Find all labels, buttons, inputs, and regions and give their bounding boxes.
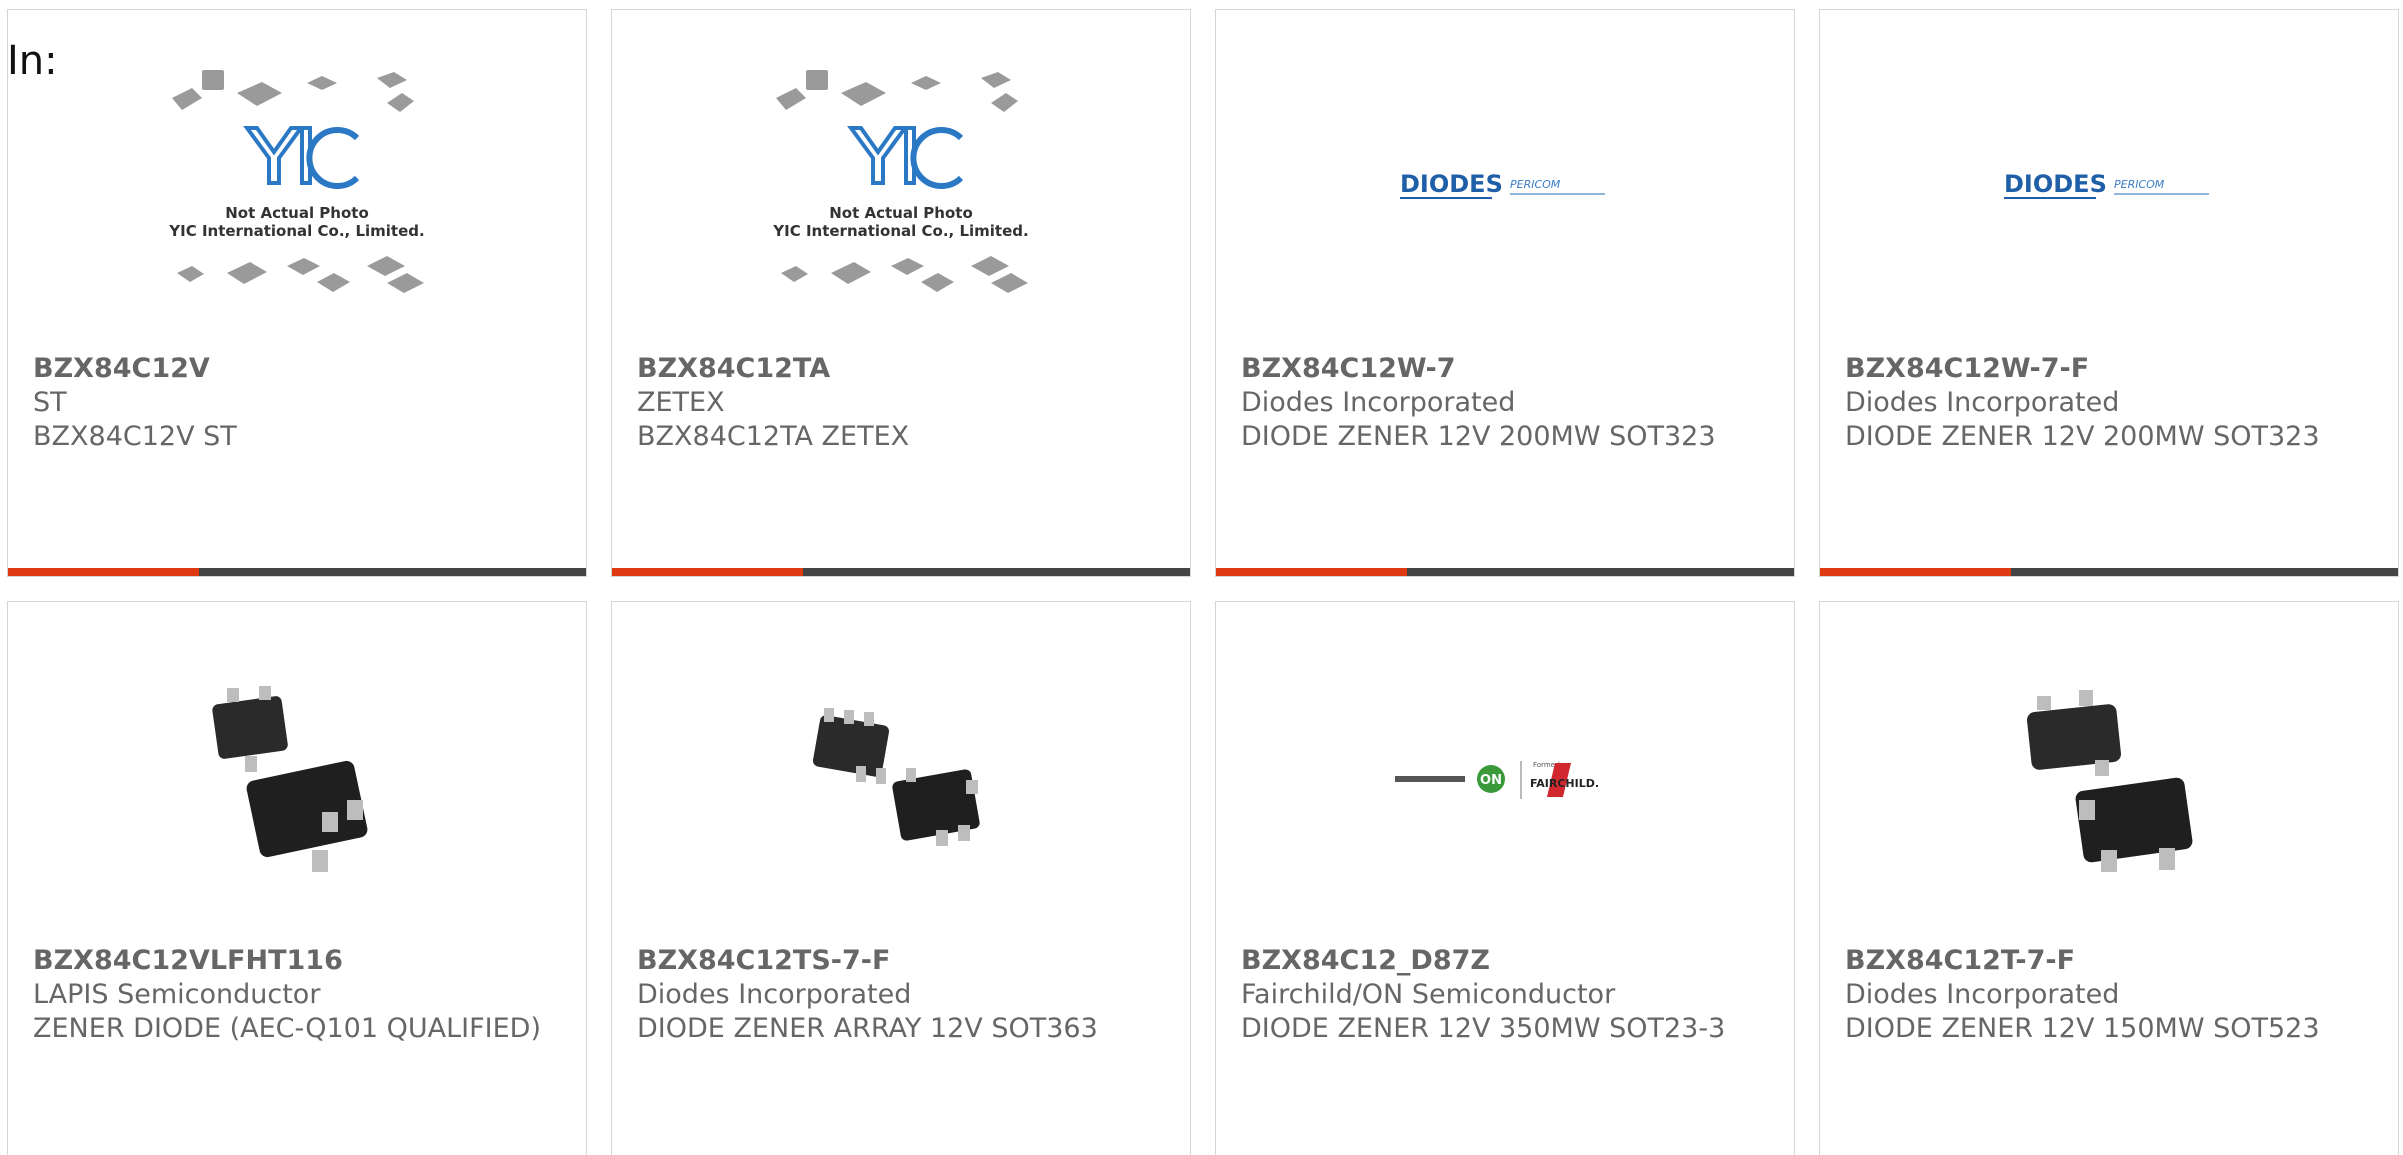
product-card[interactable]: BZX84C12TS-7-F Diodes Incorporated DIODE… [611,601,1191,1155]
part-number-link[interactable]: BZX84C12W-7 [1241,352,1761,386]
product-card[interactable]: Not Actual Photo YIC International Co., … [611,9,1191,577]
progress-bar [8,568,586,576]
product-image: Not Actual Photo YIC International Co., … [612,70,1190,300]
logo-fairchild: FAIRCHILD. [1530,777,1599,790]
yic-placeholder-icon: Not Actual Photo YIC International Co., … [772,70,1029,293]
product-image: DIODES PERICOM [1820,76,2398,300]
product-info: BZX84C12W-7-F Diodes Incorporated DIODE … [1845,352,2365,454]
description: DIODE ZENER 12V 200MW SOT323 [1241,421,1716,452]
product-grid: Not Actual Photo YIC International Co., … [7,9,2399,1155]
manufacturer: ZETEX [637,387,725,418]
product-image: ON Formerly FAIRCHILD. [1216,668,1794,892]
product-image: Not Actual Photo YIC International Co., … [8,70,586,300]
product-image [8,668,586,892]
description: BZX84C12TA ZETEX [637,421,910,452]
product-info: BZX84C12TA ZETEX BZX84C12TA ZETEX [637,352,1157,454]
product-info: BZX84C12V ST BZX84C12V ST [33,352,553,454]
sot523-chip-icon [2027,690,2193,872]
manufacturer: LAPIS Semiconductor [33,979,321,1010]
progress-fill [612,568,803,576]
product-card[interactable]: DIODES PERICOM BZX84C12W-7 Diodes Incorp… [1215,9,1795,577]
product-card[interactable]: Not Actual Photo YIC International Co., … [7,9,587,577]
yic-placeholder-icon: Not Actual Photo YIC International Co., … [168,70,425,293]
part-number-link[interactable]: BZX84C12W-7-F [1845,352,2365,386]
description: DIODE ZENER 12V 200MW SOT323 [1845,421,2320,452]
logo-pericom: PERICOM [2114,178,2165,191]
part-number-link[interactable]: BZX84C12VLFHT116 [33,944,553,978]
sot363-chip-icon [812,708,980,846]
manufacturer: Diodes Incorporated [1845,387,2120,418]
image-caption-1: Not Actual Photo [829,204,973,222]
manufacturer: Fairchild/ON Semiconductor [1241,979,1616,1010]
part-number-link[interactable]: BZX84C12TS-7-F [637,944,1157,978]
description: DIODE ZENER 12V 350MW SOT23-3 [1241,1013,1726,1044]
progress-fill [8,568,199,576]
image-caption-2: YIC International Co., Limited. [772,222,1028,240]
progress-bar [1820,568,2398,576]
product-info: BZX84C12TS-7-F Diodes Incorporated DIODE… [637,944,1157,1046]
diodes-pericom-logo-icon: DIODES PERICOM [1400,170,1605,199]
progress-bar [1216,568,1794,576]
image-caption-1: Not Actual Photo [225,204,369,222]
product-grid-page: In: Not Actual Photo YIC International C… [0,0,2403,1155]
product-info: BZX84C12VLFHT116 LAPIS Semiconductor ZEN… [33,944,553,1046]
product-card[interactable]: DIODES PERICOM BZX84C12W-7-F Diodes Inco… [1819,9,2399,577]
product-card[interactable]: BZX84C12T-7-F Diodes Incorporated DIODE … [1819,601,2399,1155]
part-number-link[interactable]: BZX84C12_D87Z [1241,944,1761,978]
logo-diodes: DIODES [1400,170,1503,198]
product-info: BZX84C12W-7 Diodes Incorporated DIODE ZE… [1241,352,1761,454]
logo-pericom: PERICOM [1510,178,1561,191]
product-image: DIODES PERICOM [1216,76,1794,300]
image-caption-2: YIC International Co., Limited. [168,222,424,240]
logo-diodes: DIODES [2004,170,2107,198]
diodes-pericom-logo-icon: DIODES PERICOM [2004,170,2209,199]
product-card[interactable]: BZX84C12VLFHT116 LAPIS Semiconductor ZEN… [7,601,587,1155]
description: DIODE ZENER ARRAY 12V SOT363 [637,1013,1098,1044]
part-number-link[interactable]: BZX84C12TA [637,352,1157,386]
product-image [612,668,1190,892]
description: DIODE ZENER 12V 150MW SOT523 [1845,1013,2320,1044]
progress-fill [1820,568,2011,576]
description: BZX84C12V ST [33,421,237,452]
manufacturer: Diodes Incorporated [1241,387,1516,418]
description: ZENER DIODE (AEC-Q101 QUALIFIED) [33,1013,541,1044]
onsemi-fairchild-logo-icon: ON Formerly FAIRCHILD. [1395,761,1599,799]
product-info: BZX84C12T-7-F Diodes Incorporated DIODE … [1845,944,2365,1046]
manufacturer: Diodes Incorporated [637,979,912,1010]
manufacturer: Diodes Incorporated [1845,979,2120,1010]
sot23-chip-icon [212,686,368,872]
logo-on: ON [1480,773,1502,788]
part-number-link[interactable]: BZX84C12T-7-F [1845,944,2365,978]
filter-label: In: [7,38,58,84]
manufacturer: ST [33,387,67,418]
product-card[interactable]: ON Formerly FAIRCHILD. BZX84C12_D87Z Fai… [1215,601,1795,1155]
product-info: BZX84C12_D87Z Fairchild/ON Semiconductor… [1241,944,1761,1046]
progress-bar [612,568,1190,576]
part-number-link[interactable]: BZX84C12V [33,352,553,386]
product-image [1820,668,2398,892]
progress-fill [1216,568,1407,576]
